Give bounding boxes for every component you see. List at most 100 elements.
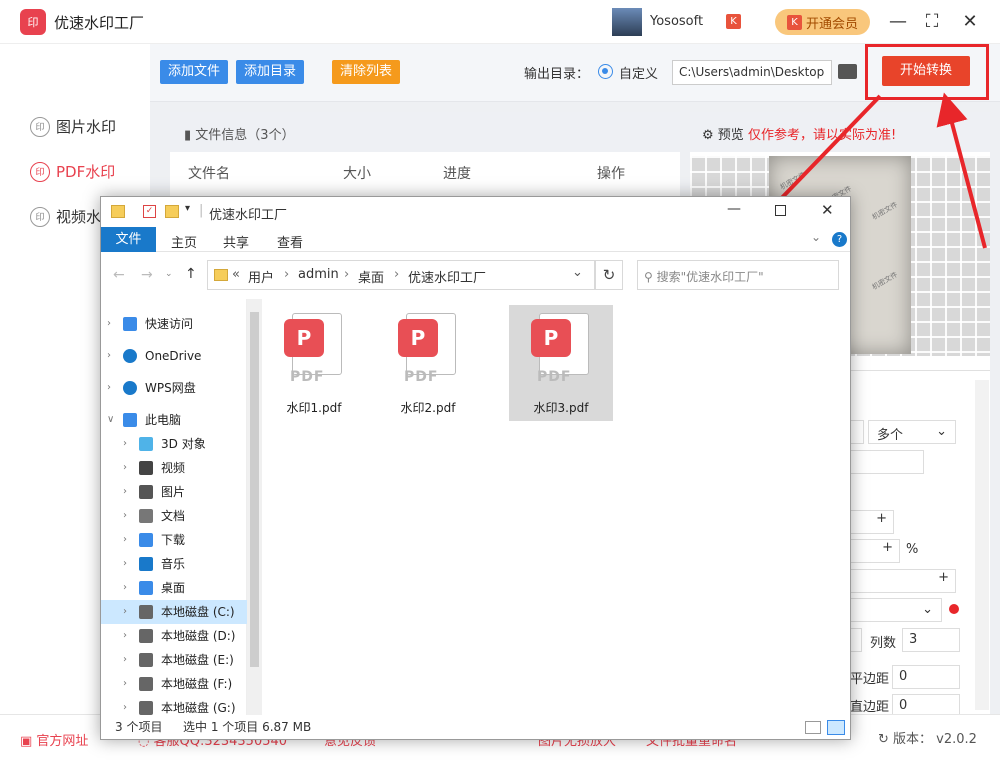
details-view-icon[interactable] — [805, 721, 821, 734]
ribbon-share-tab[interactable]: 共享 — [223, 232, 249, 251]
cloud-icon — [123, 349, 137, 363]
nav-tree-item[interactable]: › 3D 对象 — [101, 432, 247, 456]
disk-icon — [139, 677, 153, 691]
nav-tree-label: 本地磁盘 (G:) — [161, 701, 236, 715]
explorer-search-input[interactable]: ⚲ 搜索"优速水印工厂" — [637, 260, 839, 290]
file-name: 水印1.pdf — [286, 401, 342, 415]
pdf-icon-label: PDF — [537, 369, 572, 385]
file-name: 水印2.pdf — [400, 401, 456, 415]
expanded-chevron-icon[interactable]: ∨ — [107, 408, 114, 432]
collapsed-chevron-icon[interactable]: › — [123, 576, 127, 600]
nav-tree-label: OneDrive — [145, 349, 202, 363]
collapsed-chevron-icon[interactable]: › — [107, 312, 111, 336]
nav-tree-label: 快速访问 — [145, 317, 194, 331]
search-placeholder: 搜索"优速水印工厂" — [656, 270, 764, 284]
cloud-icon — [123, 381, 137, 395]
collapsed-chevron-icon[interactable]: › — [107, 376, 111, 400]
desktop-icon — [139, 581, 153, 595]
help-icon[interactable]: ? — [832, 232, 847, 247]
forward-arrow-icon[interactable]: → — [141, 267, 153, 283]
disk-icon — [139, 605, 153, 619]
nav-tree-item[interactable]: › 本地磁盘 (G:) — [101, 696, 247, 720]
video-icon — [139, 461, 153, 475]
back-arrow-icon[interactable]: ← — [113, 267, 125, 283]
address-overflow-icon[interactable]: « — [232, 267, 240, 282]
title-separator: | — [199, 203, 204, 218]
explorer-ribbon: 文件 主页 共享 查看 ⌄ ? — [101, 227, 850, 252]
recent-dropdown-icon[interactable]: ⌄ — [165, 269, 173, 279]
breadcrumb-separator-icon[interactable]: › — [394, 267, 399, 282]
ribbon-file-tab[interactable]: 文件 — [101, 227, 156, 252]
explorer-maximize-icon[interactable] — [775, 205, 786, 216]
nav-tree-item[interactable]: › 本地磁盘 (D:) — [101, 624, 247, 648]
ribbon-expand-icon[interactable]: ⌄ — [811, 230, 821, 244]
collapsed-chevron-icon[interactable]: › — [123, 552, 127, 576]
pdf-file-icon: 𝗣 — [398, 319, 438, 357]
nav-tree-label: 桌面 — [161, 581, 186, 595]
nav-tree-item[interactable]: › WPS网盘 — [101, 376, 247, 400]
nav-tree-item[interactable]: › 图片 — [101, 480, 247, 504]
collapsed-chevron-icon[interactable]: › — [123, 600, 127, 624]
collapsed-chevron-icon[interactable]: › — [123, 624, 127, 648]
large-icons-view-icon[interactable] — [827, 720, 845, 735]
nav-tree-item[interactable]: › 本地磁盘 (C:) — [101, 600, 247, 624]
nav-tree-item[interactable]: › 下载 — [101, 528, 247, 552]
collapsed-chevron-icon[interactable]: › — [123, 432, 127, 456]
nav-tree-label: 本地磁盘 (C:) — [161, 605, 235, 619]
collapsed-chevron-icon[interactable]: › — [123, 672, 127, 696]
breadcrumb-separator-icon[interactable]: › — [344, 267, 349, 282]
nav-tree-item[interactable]: › 桌面 — [101, 576, 247, 600]
ribbon-view-tab[interactable]: 查看 — [277, 232, 303, 251]
nav-tree-item[interactable]: › 本地磁盘 (E:) — [101, 648, 247, 672]
nav-tree-item[interactable]: › 文档 — [101, 504, 247, 528]
disk-icon — [139, 629, 153, 643]
collapsed-chevron-icon[interactable]: › — [123, 480, 127, 504]
new-folder-icon[interactable] — [165, 205, 179, 218]
refresh-icon[interactable]: ↻ — [595, 260, 623, 290]
collapsed-chevron-icon[interactable]: › — [123, 456, 127, 480]
properties-icon[interactable]: ✓ — [143, 205, 156, 218]
doc-icon — [139, 509, 153, 523]
breadcrumb-separator-icon[interactable]: › — [284, 267, 289, 282]
file-item[interactable]: 𝗣 PDF 水印2.pdf — [376, 305, 480, 421]
image-icon — [139, 485, 153, 499]
collapsed-chevron-icon[interactable]: › — [107, 344, 111, 368]
breadcrumb-users[interactable]: 用户 — [248, 267, 274, 286]
address-dropdown-icon[interactable]: ⌄ — [572, 265, 583, 280]
file-item-selected[interactable]: 𝗣 PDF 水印3.pdf — [509, 305, 613, 421]
quick-access-dropdown-icon[interactable]: ▾ — [185, 203, 190, 214]
explorer-title: 优速水印工厂 — [209, 208, 288, 223]
download-icon — [139, 533, 153, 547]
navigation-scrollbar-thumb[interactable] — [250, 312, 259, 667]
breadcrumb-app-folder[interactable]: 优速水印工厂 — [408, 267, 486, 286]
explorer-close-icon[interactable]: ✕ — [821, 201, 834, 219]
nav-tree-item[interactable]: ∨ 此电脑 — [101, 408, 247, 432]
up-arrow-icon[interactable]: ↑ — [185, 266, 197, 282]
nav-tree-item[interactable]: › OneDrive — [101, 344, 247, 368]
breadcrumb-desktop[interactable]: 桌面 — [358, 267, 384, 286]
nav-tree-item[interactable]: › 快速访问 — [101, 312, 247, 336]
pdf-file-icon: 𝗣 — [284, 319, 324, 357]
nav-tree-label: 3D 对象 — [161, 437, 206, 451]
folder-icon — [111, 205, 125, 218]
address-bar[interactable]: « 用户 › admin › 桌面 › 优速水印工厂 ⌄ — [207, 260, 595, 290]
collapsed-chevron-icon[interactable]: › — [123, 528, 127, 552]
collapsed-chevron-icon[interactable]: › — [123, 648, 127, 672]
collapsed-chevron-icon[interactable]: › — [123, 696, 127, 720]
nav-tree-item[interactable]: › 视频 — [101, 456, 247, 480]
search-icon: ⚲ — [644, 270, 653, 284]
nav-tree-label: 音乐 — [161, 557, 186, 571]
file-explorer-window: ✓ ▾ | 优速水印工厂 — ✕ 文件 主页 共享 查看 ⌄ ? ← → ⌄ ↑… — [100, 196, 851, 740]
ribbon-home-tab[interactable]: 主页 — [171, 232, 197, 251]
nav-tree-item[interactable]: › 音乐 — [101, 552, 247, 576]
nav-tree-label: 本地磁盘 (D:) — [161, 629, 236, 643]
file-item[interactable]: 𝗣 PDF 水印1.pdf — [262, 305, 366, 421]
address-folder-icon — [214, 269, 228, 281]
explorer-minimize-icon[interactable]: — — [727, 201, 741, 217]
pdf-file-icon: 𝗣 — [531, 319, 571, 357]
breadcrumb-admin[interactable]: admin — [298, 267, 339, 282]
music-icon — [139, 557, 153, 571]
collapsed-chevron-icon[interactable]: › — [123, 504, 127, 528]
pc-icon — [123, 413, 137, 427]
nav-tree-item[interactable]: › 本地磁盘 (F:) — [101, 672, 247, 696]
